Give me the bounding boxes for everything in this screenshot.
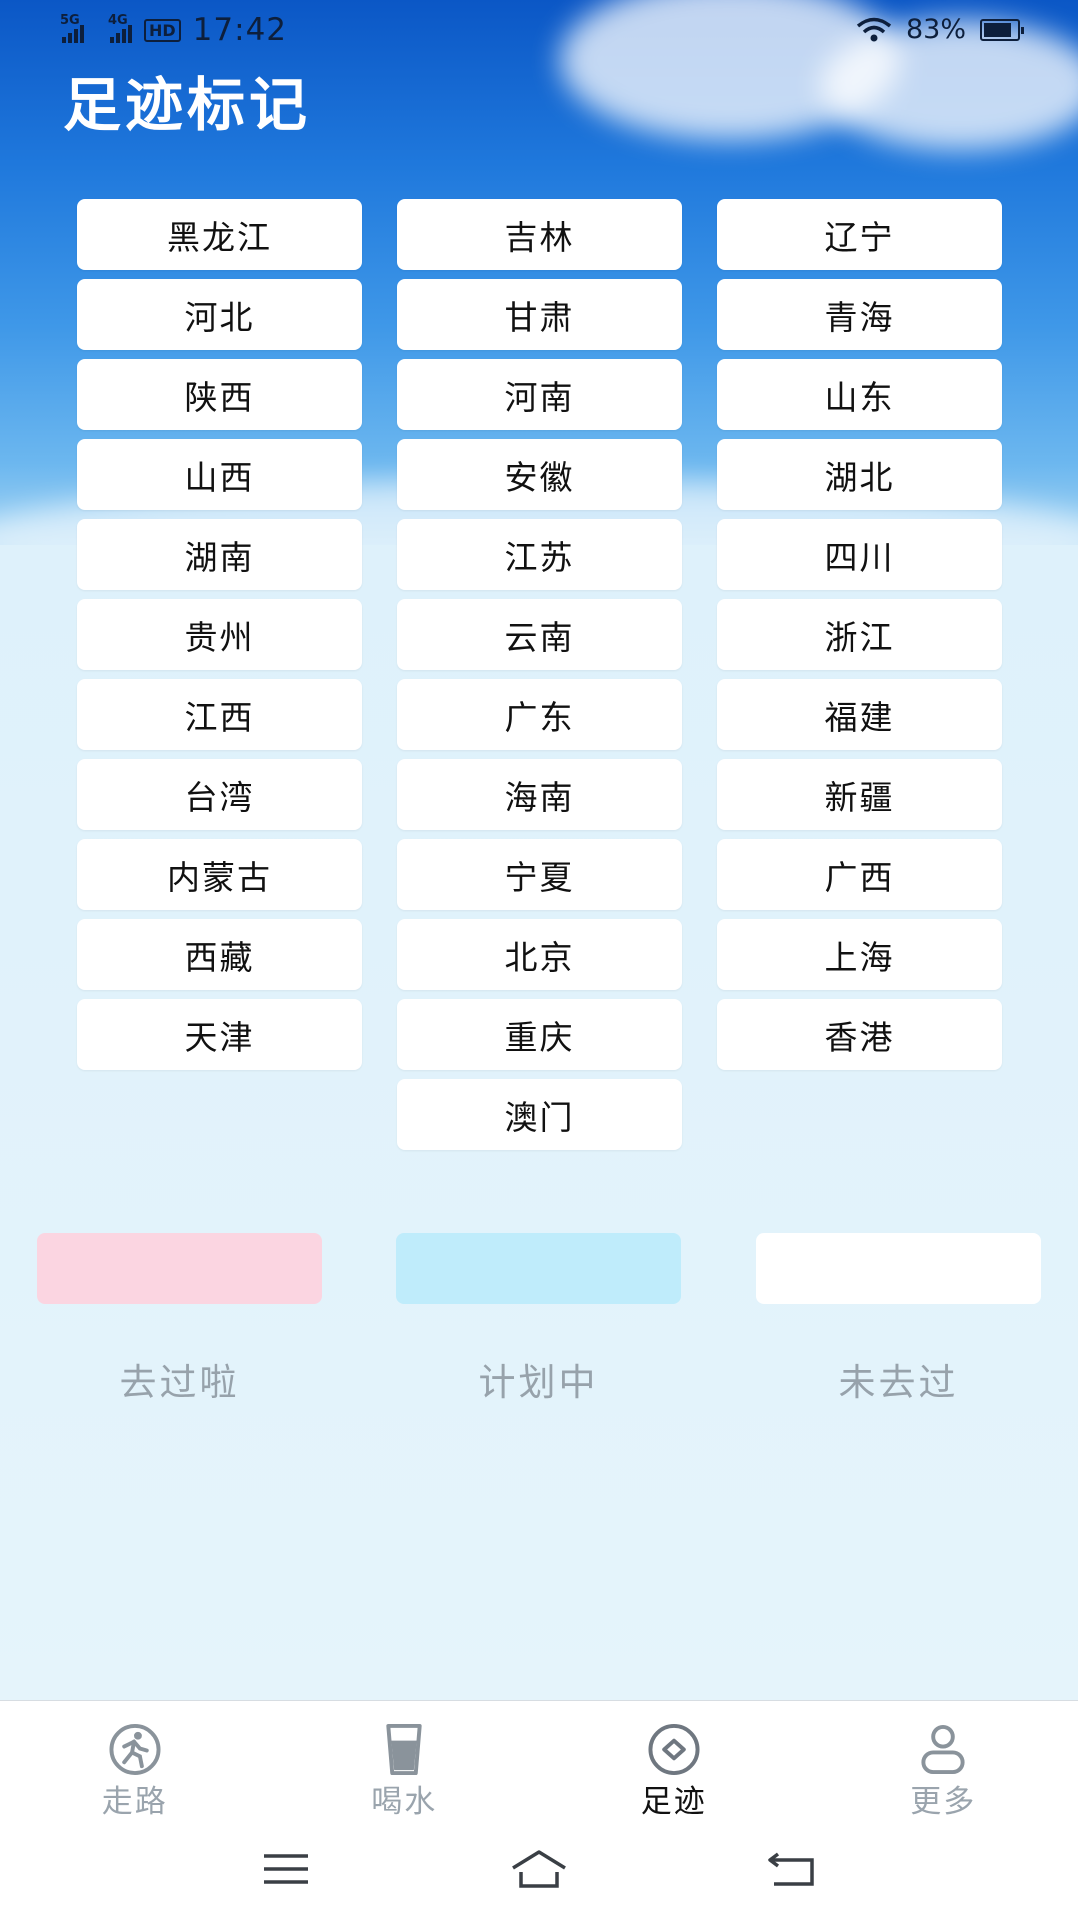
system-nav-bar	[0, 1820, 1078, 1918]
province-button[interactable]: 江西	[77, 679, 362, 750]
province-button[interactable]: 广西	[717, 839, 1002, 910]
province-button[interactable]: 青海	[717, 279, 1002, 350]
hd-badge: HD	[144, 18, 181, 42]
province-button[interactable]: 广东	[397, 679, 682, 750]
tab-label: 喝水	[371, 1784, 438, 1820]
cup-icon	[386, 1723, 422, 1776]
wifi-icon	[856, 17, 892, 41]
tab-label: 更多	[910, 1784, 977, 1820]
status-bar: 5G 4G HD 17:42 83%	[0, 0, 1078, 62]
clock: 17:42	[192, 12, 288, 48]
province-button[interactable]: 辽宁	[717, 199, 1002, 270]
province-button[interactable]: 宁夏	[397, 839, 682, 910]
person-icon	[921, 1724, 965, 1775]
province-button[interactable]: 河北	[77, 279, 362, 350]
tab-walk[interactable]: 走路	[0, 1701, 270, 1821]
signal-4g-icon: 4G	[108, 13, 132, 43]
province-button[interactable]: 浙江	[717, 599, 1002, 670]
province-button[interactable]: 四川	[717, 519, 1002, 590]
province-button[interactable]: 福建	[717, 679, 1002, 750]
signal-label: 4G	[108, 13, 128, 28]
tab-label: 走路	[101, 1784, 168, 1820]
page-title: 足迹标记	[63, 71, 312, 139]
province-button[interactable]: 吉林	[397, 199, 682, 270]
province-button[interactable]: 台湾	[77, 759, 362, 830]
province-button[interactable]: 湖南	[77, 519, 362, 590]
province-button[interactable]: 北京	[397, 919, 682, 990]
province-button[interactable]: 甘肃	[397, 279, 682, 350]
province-button[interactable]: 上海	[717, 919, 1002, 990]
legend-swatch-planned	[396, 1233, 681, 1304]
province-button[interactable]: 海南	[397, 759, 682, 830]
province-button[interactable]: 黑龙江	[77, 199, 362, 270]
walk-icon	[109, 1723, 161, 1776]
province-button[interactable]: 山西	[77, 439, 362, 510]
province-button[interactable]: 江苏	[397, 519, 682, 590]
province-button[interactable]: 新疆	[717, 759, 1002, 830]
province-button[interactable]: 河南	[397, 359, 682, 430]
battery-percent: 83%	[905, 14, 966, 45]
legend-swatch-visited	[37, 1233, 322, 1304]
legend-label-planned: 计划中	[478, 1361, 599, 1404]
tab-label: 足迹	[640, 1784, 707, 1820]
legend-label-visited: 去过啦	[119, 1361, 240, 1404]
home-icon[interactable]	[509, 1846, 569, 1892]
province-button[interactable]: 天津	[77, 999, 362, 1070]
bottom-tab-bar: 走路 喝水 足迹 更多	[0, 1700, 1078, 1821]
province-button[interactable]: 西藏	[77, 919, 362, 990]
province-button[interactable]: 香港	[717, 999, 1002, 1070]
province-button[interactable]: 内蒙古	[77, 839, 362, 910]
province-button[interactable]: 云南	[397, 599, 682, 670]
menu-icon[interactable]	[256, 1846, 316, 1892]
legend-label-not-visited: 未去过	[838, 1361, 959, 1404]
legend-swatch-not-visited	[756, 1233, 1041, 1304]
province-button[interactable]: 澳门	[397, 1079, 682, 1150]
province-button[interactable]: 山东	[717, 359, 1002, 430]
province-grid: 黑龙江 吉林 辽宁 河北 甘肃 青海 陕西 河南 山东 山西 安徽 湖北 湖南 江苏 四川 贵州 云南 浙江 江西广…	[77, 199, 1002, 1150]
province-button[interactable]: 重庆	[397, 999, 682, 1070]
back-icon[interactable]	[762, 1846, 822, 1892]
province-button[interactable]: 陕西	[77, 359, 362, 430]
signal-label: 5G	[60, 13, 80, 28]
signal-5g-icon: 5G	[60, 13, 84, 43]
footprint-icon	[648, 1723, 700, 1776]
tab-water[interactable]: 喝水	[270, 1701, 540, 1821]
province-button[interactable]: 贵州	[77, 599, 362, 670]
province-button[interactable]: 湖北	[717, 439, 1002, 510]
battery-icon	[980, 18, 1024, 41]
province-button[interactable]: 安徽	[397, 439, 682, 510]
tab-more[interactable]: 更多	[809, 1701, 1078, 1821]
tab-footprint[interactable]: 足迹	[539, 1701, 809, 1821]
